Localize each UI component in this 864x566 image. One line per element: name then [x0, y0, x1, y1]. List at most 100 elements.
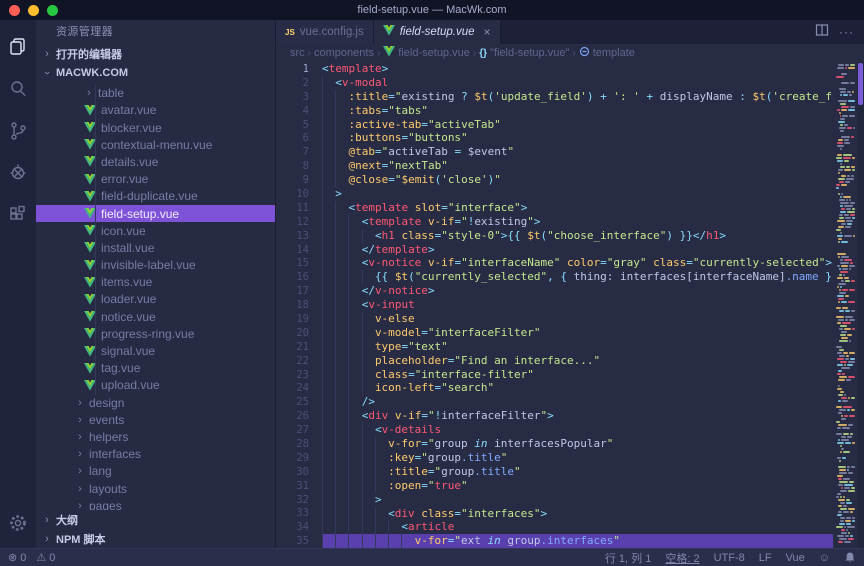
code-line[interactable]: 24icon-left="search" [276, 381, 833, 395]
code-line[interactable]: 30:title="group.title" [276, 465, 833, 479]
tree-item-error.vue[interactable]: error.vue [36, 171, 275, 188]
activity-explorer-button[interactable] [0, 28, 36, 70]
tree-item-lang[interactable]: ›lang [36, 463, 275, 480]
code-line[interactable]: 22placeholder="Find an interface..." [276, 354, 833, 368]
close-window-button[interactable] [9, 5, 20, 16]
breadcrumb-item[interactable]: template [579, 46, 635, 60]
tree-item-interfaces[interactable]: ›interfaces [36, 446, 275, 463]
tree-item-signal.vue[interactable]: signal.vue [36, 342, 275, 359]
code-line[interactable]: 1<template> [276, 62, 833, 76]
more-actions-icon[interactable]: ··· [839, 25, 854, 39]
code-line[interactable]: 19v-else [276, 312, 833, 326]
chevron-right-icon: › [75, 397, 85, 409]
code-line[interactable]: 16{{ $t("currently_selected", { thing: i… [276, 270, 833, 284]
split-editor-icon[interactable] [815, 23, 829, 42]
code-line[interactable]: 11<template slot="interface"> [276, 201, 833, 215]
status-item[interactable]: 空格: 2 [665, 550, 699, 566]
line-content: :open="true" [322, 479, 833, 493]
code-line[interactable]: 5:active-tab="activeTab" [276, 118, 833, 132]
activity-search-button[interactable] [0, 70, 36, 112]
code-line[interactable]: 21type="text" [276, 340, 833, 354]
activity-source-control-button[interactable] [0, 112, 36, 154]
minimap[interactable] [833, 62, 857, 548]
code-line[interactable]: 26<div v-if="!interfaceFilter"> [276, 409, 833, 423]
tree-item-install.vue[interactable]: install.vue [36, 239, 275, 256]
code-line[interactable]: 35v-for="ext in group.interfaces" [276, 534, 833, 548]
settings-button[interactable] [0, 502, 36, 548]
editor-scrollbar[interactable] [857, 62, 864, 548]
status-item[interactable]: UTF-8 [714, 552, 745, 564]
npm-scripts-section[interactable]: › NPM 脚本 [36, 529, 275, 548]
line-content: > [322, 493, 833, 507]
code-line[interactable]: 33<div class="interfaces"> [276, 507, 833, 521]
close-icon[interactable]: × [484, 25, 491, 39]
workspace-root-section[interactable]: › MACWK.COM [36, 64, 275, 83]
code-line[interactable]: 9@close="$emit('close')" [276, 173, 833, 187]
tree-item-invisible-label.vue[interactable]: invisible-label.vue [36, 257, 275, 274]
status-item[interactable]: Vue [786, 552, 805, 564]
tree-item-design[interactable]: ›design [36, 394, 275, 411]
minimize-window-button[interactable] [28, 5, 39, 16]
code-line[interactable]: 6:buttons="buttons" [276, 131, 833, 145]
code-line[interactable]: 31:open="true" [276, 479, 833, 493]
tree-item-events[interactable]: ›events [36, 411, 275, 428]
problems-errors[interactable]: ⊗ 0 [8, 551, 26, 564]
tree-item-blocker.vue[interactable]: blocker.vue [36, 119, 275, 136]
code-line[interactable]: 20v-model="interfaceFilter" [276, 326, 833, 340]
breadcrumb-item[interactable]: {}"field-setup.vue" [479, 47, 569, 59]
outline-section[interactable]: › 大纲 [36, 510, 275, 529]
scrollbar-thumb[interactable] [858, 63, 863, 105]
tree-item-avatar.vue[interactable]: avatar.vue [36, 102, 275, 119]
zoom-window-button[interactable] [47, 5, 58, 16]
tab-vue.config.js[interactable]: JSvue.config.js [276, 20, 374, 44]
code-line[interactable]: 15<v-notice v-if="interfaceName" color="… [276, 256, 833, 270]
code-line[interactable]: 18<v-input [276, 298, 833, 312]
tree-item-helpers[interactable]: ›helpers [36, 428, 275, 445]
tree-item-field-duplicate.vue[interactable]: field-duplicate.vue [36, 188, 275, 205]
status-item[interactable]: 行 1, 列 1 [605, 550, 651, 566]
code-line[interactable]: 14</template> [276, 243, 833, 257]
activity-debug-button[interactable] [0, 154, 36, 196]
tree-item-details.vue[interactable]: details.vue [36, 153, 275, 170]
code-line[interactable]: 32> [276, 493, 833, 507]
code-editor[interactable]: 1<template>2<v-modal3:title="existing ? … [276, 62, 864, 548]
tree-item-table[interactable]: ›table [36, 85, 275, 102]
code-line[interactable]: 23class="interface-filter" [276, 368, 833, 382]
code-line[interactable]: 3:title="existing ? $t('update_field') +… [276, 90, 833, 104]
tree-item-pages[interactable]: ›pages [36, 497, 275, 510]
code-line[interactable]: 7@tab="activeTab = $event" [276, 145, 833, 159]
tree-item-loader.vue[interactable]: loader.vue [36, 291, 275, 308]
code-line[interactable]: 17</v-notice> [276, 284, 833, 298]
activity-extensions-button[interactable] [0, 196, 36, 238]
open-editors-section[interactable]: › 打开的编辑器 [36, 45, 275, 64]
code-line[interactable]: 29:key="group.title" [276, 451, 833, 465]
tree-item-progress-ring.vue[interactable]: progress-ring.vue [36, 325, 275, 342]
breadcrumb-item[interactable]: field-setup.vue [383, 46, 470, 60]
tree-item-contextual-menu.vue[interactable]: contextual-menu.vue [36, 136, 275, 153]
breadcrumb-item[interactable]: src [290, 47, 305, 59]
tree-item-layouts[interactable]: ›layouts [36, 480, 275, 497]
tree-item-field-setup.vue[interactable]: field-setup.vue [36, 205, 275, 222]
code-line[interactable]: 8@next="nextTab" [276, 159, 833, 173]
tree-item-notice.vue[interactable]: notice.vue [36, 308, 275, 325]
tree-item-tag.vue[interactable]: tag.vue [36, 360, 275, 377]
status-item[interactable]: LF [759, 552, 772, 564]
code-line[interactable]: 4:tabs="tabs" [276, 104, 833, 118]
tree-item-items.vue[interactable]: items.vue [36, 274, 275, 291]
tree-item-icon.vue[interactable]: icon.vue [36, 222, 275, 239]
code-line[interactable]: 2<v-modal [276, 76, 833, 90]
code-area[interactable]: 1<template>2<v-modal3:title="existing ? … [276, 62, 833, 548]
code-line[interactable]: 13<h1 class="style-0">{{ $t("choose_inte… [276, 229, 833, 243]
tab-field-setup.vue[interactable]: field-setup.vue× [374, 20, 501, 44]
code-line[interactable]: 34<article [276, 520, 833, 534]
code-line[interactable]: 28v-for="group in interfacesPopular" [276, 437, 833, 451]
code-line[interactable]: 12<template v-if="!existing"> [276, 215, 833, 229]
problems-warnings[interactable]: ⚠ 0 [36, 551, 55, 564]
tree-item-upload.vue[interactable]: upload.vue [36, 377, 275, 394]
feedback-smiley-icon[interactable]: ☺ [819, 552, 830, 564]
breadcrumb-item[interactable]: components [314, 47, 374, 59]
code-line[interactable]: 25/> [276, 395, 833, 409]
code-line[interactable]: 27<v-details [276, 423, 833, 437]
notifications-bell-icon[interactable] [844, 551, 856, 564]
code-line[interactable]: 10> [276, 187, 833, 201]
